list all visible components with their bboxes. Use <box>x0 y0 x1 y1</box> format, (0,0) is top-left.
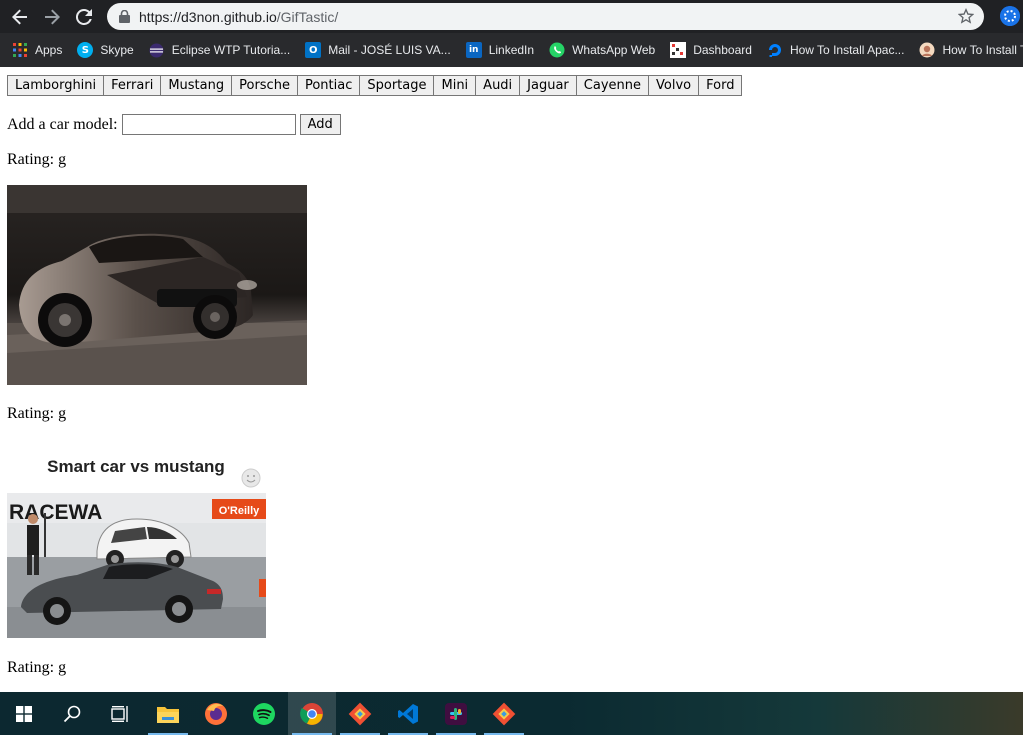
task-view-button[interactable] <box>96 692 144 735</box>
add-car-button[interactable]: Add <box>299 114 341 135</box>
taskbar-firefox[interactable] <box>192 692 240 735</box>
smart-car-vs-mustang-gif-image: Smart car vs mustang RACEWA O'Reilly <box>7 439 266 638</box>
bookmark-label: How To Install T <box>942 43 1023 57</box>
bookmark-skype[interactable]: S Skype <box>69 37 140 63</box>
car-button-mini[interactable]: Mini <box>433 75 477 96</box>
task-view-icon <box>111 705 128 722</box>
car-button-ferrari[interactable]: Ferrari <box>103 75 162 96</box>
profile-avatar[interactable] <box>1000 6 1020 26</box>
car-button-sportage[interactable]: Sportage <box>359 75 435 96</box>
car-button-pontiac[interactable]: Pontiac <box>296 75 361 96</box>
gif-banner-text: RACEWA <box>9 501 102 524</box>
reload-button[interactable] <box>69 2 99 32</box>
eclipse-icon <box>149 42 165 58</box>
skype-icon: S <box>77 42 94 58</box>
file-explorer-icon <box>157 706 179 723</box>
linkedin-icon: in <box>465 42 482 58</box>
page-content: Lamborghini Ferrari Mustang Porsche Pont… <box>0 67 1023 692</box>
bookmark-label: Apps <box>35 43 63 57</box>
search-icon <box>63 705 81 722</box>
url-host: https://d3non.github.io <box>139 8 277 25</box>
howto-icon <box>919 42 935 58</box>
car-button-jaguar[interactable]: Jaguar <box>519 75 577 96</box>
taskbar-spotify[interactable] <box>240 692 288 735</box>
slack-icon <box>445 702 467 725</box>
car-button-audi[interactable]: Audi <box>475 75 521 96</box>
bookmark-label: Dashboard <box>693 43 752 57</box>
car-button-mustang[interactable]: Mustang <box>160 75 233 96</box>
git-icon <box>348 702 372 725</box>
bookmark-eclipse[interactable]: Eclipse WTP Tutoria... <box>141 37 297 63</box>
gif-rating: Rating: g <box>7 151 67 168</box>
bookmark-star-icon[interactable] <box>958 8 974 24</box>
gif-image[interactable]: Smart car vs mustang RACEWA O'Reilly <box>7 439 266 638</box>
back-arrow-icon <box>12 9 27 24</box>
apps-grid-icon <box>12 42 28 58</box>
gif-sponsor-text: O'Reilly <box>219 505 260 517</box>
profile-icon <box>1000 6 1020 26</box>
back-button[interactable] <box>5 2 35 32</box>
taskbar-git-gui[interactable] <box>336 692 384 735</box>
gif-image[interactable] <box>7 185 307 385</box>
car-model-input[interactable] <box>121 114 296 135</box>
taskbar-chrome[interactable] <box>288 692 336 735</box>
taskbar-file-explorer[interactable] <box>144 692 192 735</box>
car-button-cayenne[interactable]: Cayenne <box>575 75 649 96</box>
bookmark-label: LinkedIn <box>488 43 535 57</box>
mustang-gif-image <box>7 185 307 385</box>
taskbar-git-gui-2[interactable] <box>480 692 528 735</box>
lock-icon <box>119 10 130 23</box>
add-car-form: Add a car model: Add <box>7 114 341 135</box>
car-button-porsche[interactable]: Porsche <box>231 75 298 96</box>
windows-taskbar <box>0 692 1023 735</box>
dashboard-icon <box>670 42 687 58</box>
browser-toolbar: https://d3non.github.io/GifTastic/ <box>0 0 1023 33</box>
car-button-lamborghini[interactable]: Lamborghini <box>7 75 105 96</box>
windows-start-icon <box>16 705 32 722</box>
digitalocean-icon <box>767 42 783 58</box>
outlook-icon: O <box>305 42 322 58</box>
taskbar-vscode[interactable] <box>384 692 432 735</box>
chrome-icon <box>300 702 323 725</box>
spotify-icon <box>253 702 275 725</box>
git-icon <box>492 702 516 725</box>
bookmarks-bar: Apps S Skype Eclipse WTP Tutoria... O Ma… <box>0 33 1023 67</box>
car-buttons: Lamborghini Ferrari Mustang Porsche Pont… <box>7 75 743 96</box>
taskbar-slack[interactable] <box>432 692 480 735</box>
gif-rating: Rating: g <box>7 405 67 422</box>
bookmark-label: Skype <box>100 43 134 57</box>
forward-arrow-icon <box>45 9 60 24</box>
firefox-icon <box>205 702 227 725</box>
bookmark-whatsapp[interactable]: WhatsApp Web <box>541 37 662 63</box>
bookmark-linkedin[interactable]: in LinkedIn <box>458 37 541 63</box>
gif-rating: Rating: g <box>7 659 67 676</box>
address-bar[interactable]: https://d3non.github.io/GifTastic/ <box>107 3 984 30</box>
gif-caption: Smart car vs mustang <box>47 457 225 476</box>
bookmark-label: WhatsApp Web <box>572 43 656 57</box>
reload-icon <box>76 8 92 25</box>
vscode-icon <box>398 703 418 724</box>
windows-start-button[interactable] <box>0 692 48 735</box>
bookmark-label: Eclipse WTP Tutoria... <box>171 43 291 57</box>
bookmark-outlook-mail[interactable]: O Mail - JOSÉ LUIS VA... <box>297 37 457 63</box>
url-text: https://d3non.github.io/GifTastic/ <box>139 9 338 25</box>
car-button-ford[interactable]: Ford <box>698 75 743 96</box>
bookmark-apps[interactable]: Apps <box>0 37 69 63</box>
add-car-label: Add a car model: <box>7 115 118 133</box>
url-path: /GifTastic/ <box>276 8 339 25</box>
smiley-icon <box>241 468 261 488</box>
bookmark-dashboard[interactable]: Dashboard <box>662 37 759 63</box>
taskbar-search-button[interactable] <box>48 692 96 735</box>
bookmark-label: Mail - JOSÉ LUIS VA... <box>328 43 451 57</box>
forward-button[interactable] <box>37 2 67 32</box>
bookmark-how-to-install-apache[interactable]: How To Install Apac... <box>759 37 912 63</box>
whatsapp-icon <box>549 42 565 58</box>
bookmark-label: How To Install Apac... <box>789 43 905 57</box>
car-button-volvo[interactable]: Volvo <box>648 75 700 96</box>
bookmark-how-to-install-t[interactable]: How To Install T <box>911 37 1023 63</box>
